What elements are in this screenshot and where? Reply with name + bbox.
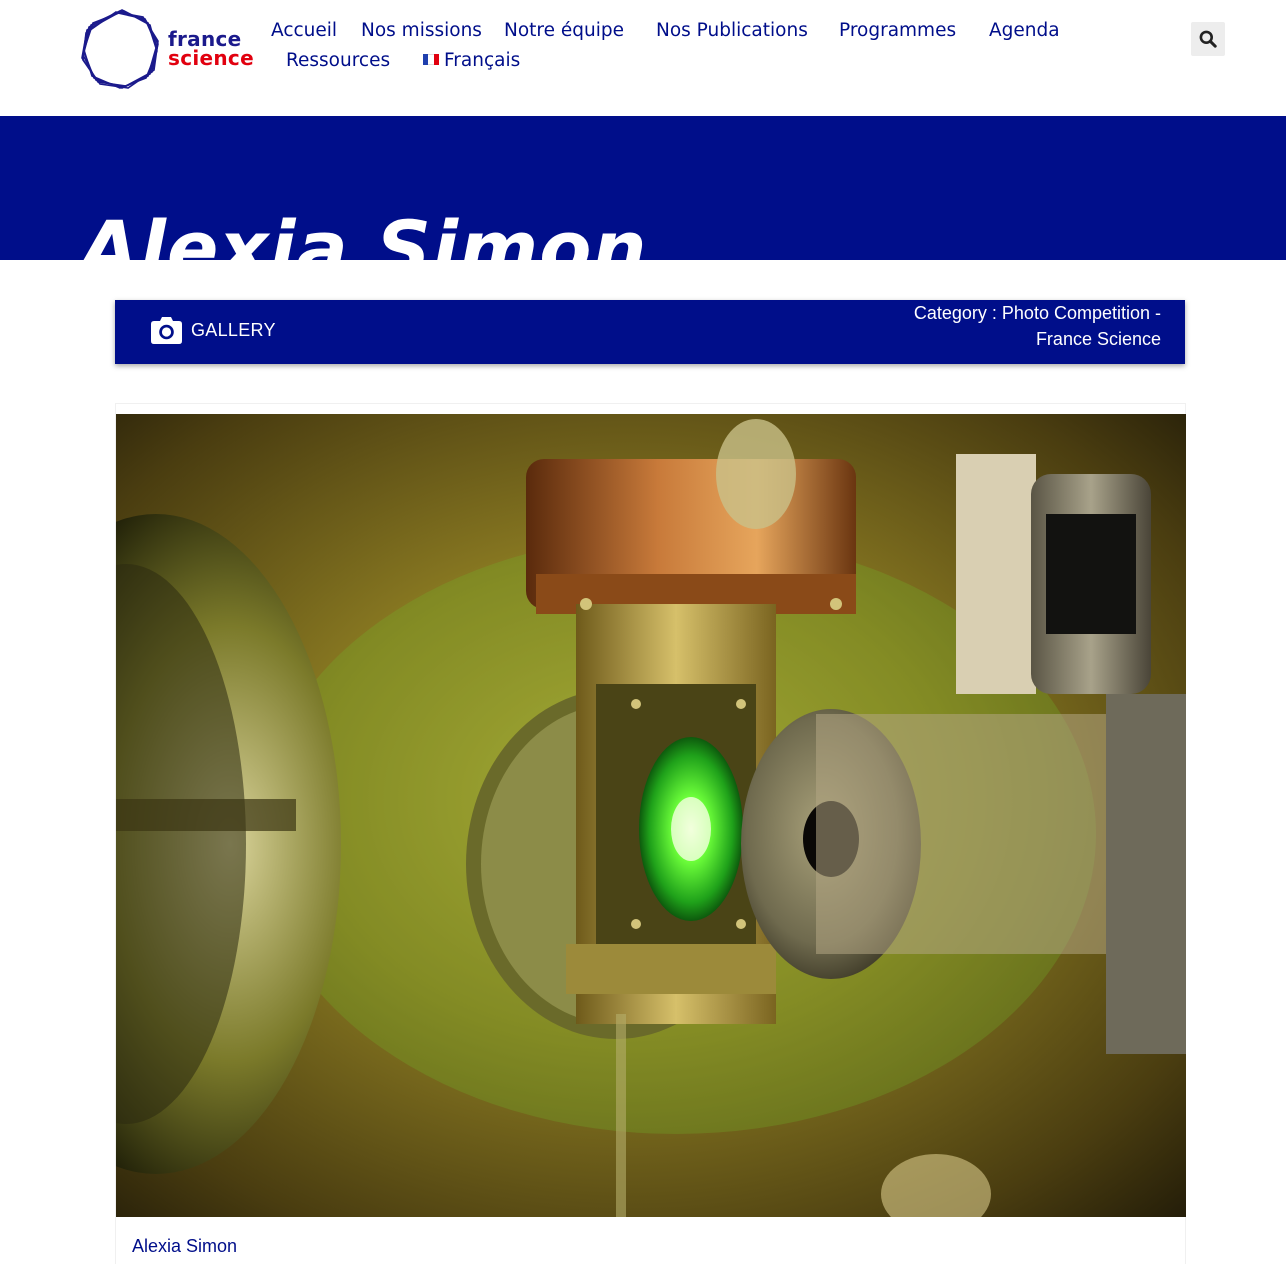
flag-fr-icon xyxy=(423,54,439,65)
nav-item-nos-publications[interactable]: Nos Publications xyxy=(656,20,808,41)
page-title: Alexia Simon xyxy=(80,204,648,260)
category-line-2: France Science xyxy=(1035,329,1161,349)
logo-ring-icon xyxy=(81,9,159,89)
nav-item-programmes[interactable]: Programmes xyxy=(839,20,956,41)
nav-item-ressources[interactable]: Ressources xyxy=(286,50,390,71)
language-label: Français xyxy=(444,50,521,71)
category-line-1: Category : Photo Competition - xyxy=(913,303,1161,323)
gallery-card: Alexia Simon xyxy=(115,403,1186,1264)
lab-photo-image xyxy=(116,414,1186,1217)
search-button[interactable] xyxy=(1191,22,1225,56)
camera-icon xyxy=(151,317,182,344)
category-text: Category : Photo Competition - France Sc… xyxy=(861,300,1161,352)
nav-item-nos-missions[interactable]: Nos missions xyxy=(361,20,482,41)
site-header: france science Accueil Nos missions Notr… xyxy=(0,0,1286,116)
nav-item-notre-equipe[interactable]: Notre équipe xyxy=(504,20,624,41)
logo-word-science: science xyxy=(168,46,254,70)
photo-caption: Alexia Simon xyxy=(132,1236,238,1256)
language-switcher[interactable]: Français xyxy=(423,50,520,71)
site-logo[interactable]: france science xyxy=(80,8,255,90)
gallery-label: GALLERY xyxy=(191,320,276,340)
gallery-photo[interactable] xyxy=(116,414,1186,1217)
page-banner: Alexia Simon xyxy=(0,116,1286,260)
nav-item-agenda[interactable]: Agenda xyxy=(989,20,1060,41)
gallery-bar: GALLERY Category : Photo Competition - F… xyxy=(115,300,1185,364)
nav-item-accueil[interactable]: Accueil xyxy=(271,20,337,41)
search-icon xyxy=(1199,30,1217,48)
